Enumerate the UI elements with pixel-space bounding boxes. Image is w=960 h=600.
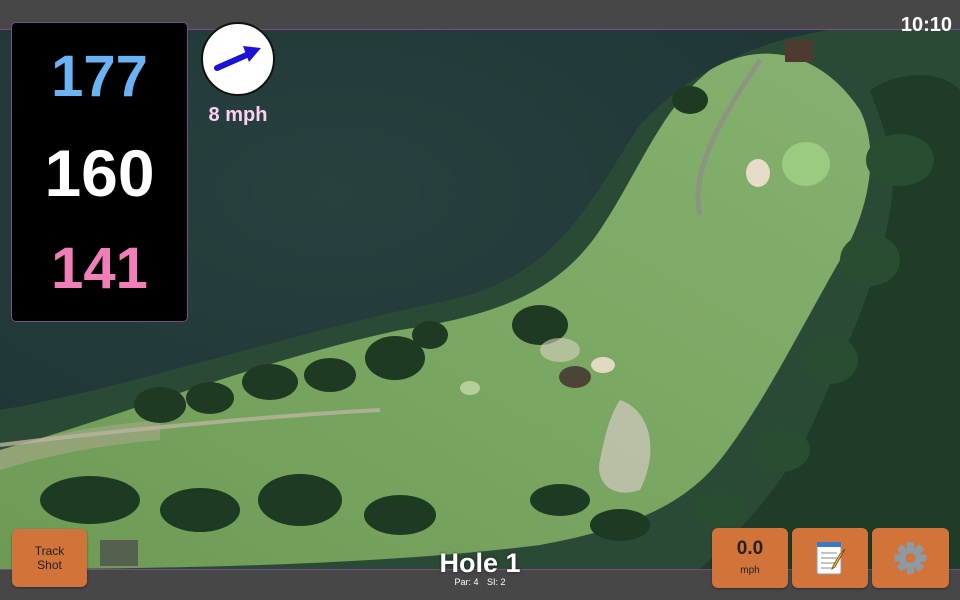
track-shot-label: Track Shot	[34, 544, 65, 572]
wind-speed-label: 8 mph	[208, 104, 268, 126]
track-shot-button[interactable]: Track Shot	[12, 529, 87, 587]
speed-unit: mph	[740, 565, 760, 576]
notes-button[interactable]	[792, 528, 868, 588]
distance-panel: 177 160 141	[11, 22, 188, 322]
wind-indicator[interactable]	[201, 22, 275, 96]
settings-button[interactable]	[872, 528, 949, 588]
par-label: Par: 4	[454, 577, 479, 587]
clock: 10:10	[900, 14, 952, 36]
front-distance: 141	[51, 236, 148, 301]
stroke-index-label: SI: 2	[487, 577, 506, 587]
middle-distance: 160	[44, 136, 155, 210]
speed-button[interactable]: 0.0 mph	[712, 528, 788, 588]
hole-title: Hole 1	[439, 548, 521, 578]
speed-value: 0.0	[736, 538, 764, 559]
gear-icon	[894, 542, 927, 574]
back-distance: 177	[51, 44, 148, 109]
hole-info: Par: 4 SI: 2	[380, 577, 580, 587]
notepad-icon	[816, 542, 846, 575]
wind-arrow-icon	[214, 46, 261, 71]
